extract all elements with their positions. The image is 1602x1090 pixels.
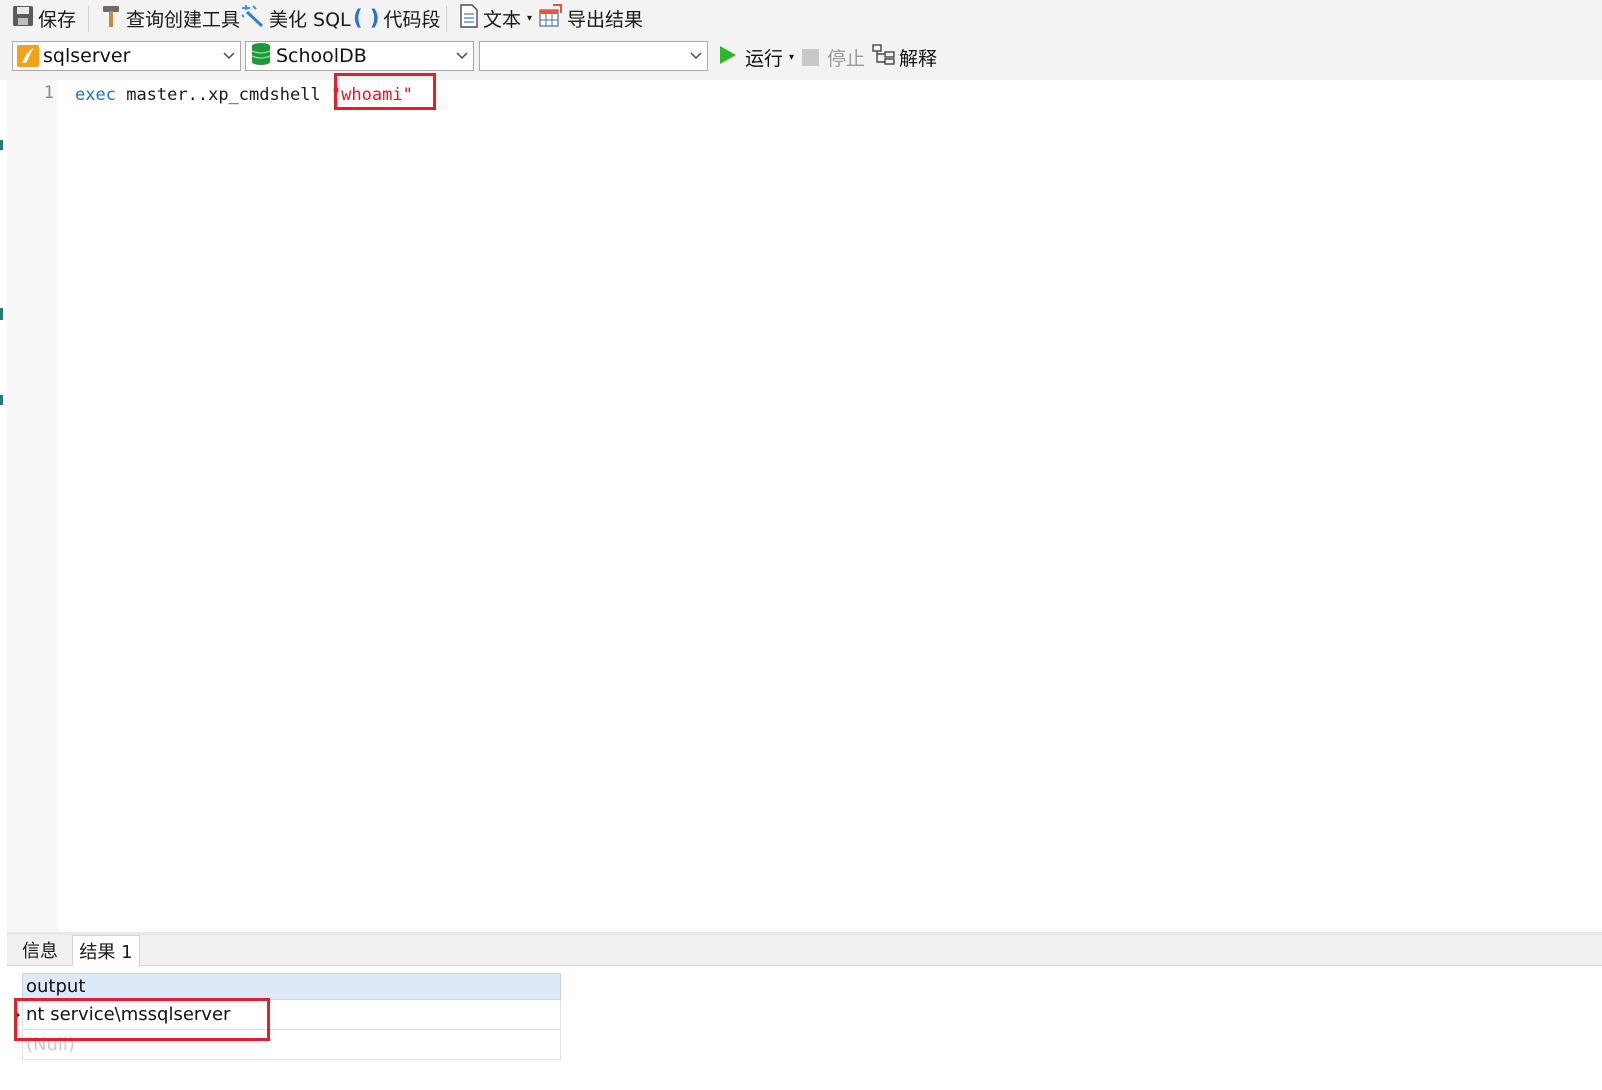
- play-icon: [719, 45, 737, 70]
- table-row[interactable]: (Null): [22, 1030, 561, 1060]
- run-button[interactable]: 运行 ▾: [719, 44, 794, 70]
- connection-select[interactable]: sqlserver: [12, 41, 241, 71]
- beautify-sql-button[interactable]: 美化 SQL: [241, 4, 351, 32]
- chevron-down-icon[interactable]: [451, 52, 473, 60]
- tab-result-1-label: 结果 1: [79, 942, 133, 963]
- change-marker: [0, 395, 3, 405]
- stop-label: 停止: [827, 47, 866, 70]
- table-row[interactable]: nt service\mssqlserver: [22, 1000, 561, 1030]
- toolbar-divider: [446, 6, 447, 32]
- connection-value: sqlserver: [43, 45, 131, 67]
- stop-button[interactable]: 停止: [802, 44, 865, 70]
- database-icon: [250, 42, 272, 71]
- database-value: SchoolDB: [276, 45, 367, 67]
- dropdown-arrow-icon[interactable]: ▾: [527, 13, 532, 24]
- result-grid[interactable]: output nt service\mssqlserver (Null): [22, 973, 561, 1060]
- save-label: 保存: [38, 8, 77, 31]
- text-mode-button[interactable]: 文本 ▾: [459, 3, 532, 33]
- export-results-button[interactable]: 导出结果: [539, 3, 644, 33]
- sql-string-literal: "whoami": [330, 85, 413, 105]
- schema-select[interactable]: [479, 41, 708, 71]
- magic-wand-icon: [241, 4, 265, 33]
- document-icon: [459, 3, 479, 33]
- query-builder-label: 查询创建工具: [126, 8, 241, 31]
- explain-label: 解释: [899, 47, 938, 70]
- explain-button[interactable]: 解释: [872, 43, 938, 71]
- dropdown-arrow-icon[interactable]: ▾: [789, 52, 794, 63]
- column-header-output[interactable]: output: [22, 973, 561, 1000]
- database-select[interactable]: SchoolDB: [245, 41, 474, 71]
- toolbar-divider: [88, 6, 89, 32]
- query-builder-button[interactable]: 查询创建工具: [100, 4, 240, 32]
- line-number: 1: [43, 83, 54, 103]
- hammer-icon: [100, 4, 122, 33]
- code-snippet-button[interactable]: ( ) 代码段: [353, 4, 441, 32]
- export-table-icon: [539, 3, 563, 33]
- connection-toolbar: sqlserver SchoolDB 运行 ▾ 停止 解释: [0, 36, 1602, 80]
- parentheses-icon: ( ): [353, 6, 380, 30]
- tab-result-1[interactable]: 结果 1: [72, 935, 140, 966]
- export-results-label: 导出结果: [567, 8, 644, 31]
- save-button[interactable]: 保存: [12, 4, 76, 32]
- explain-tree-icon: [872, 43, 896, 71]
- sql-editor[interactable]: 1 exec master..xp_cmdshell "whoami": [7, 80, 1602, 932]
- sqlserver-icon: [17, 45, 39, 67]
- beautify-sql-label: 美化 SQL: [269, 8, 351, 31]
- text-mode-label: 文本: [483, 8, 522, 31]
- run-label: 运行: [745, 47, 784, 70]
- line-number-gutter: 1: [7, 80, 58, 932]
- sql-keyword: exec: [75, 85, 116, 105]
- floppy-disk-icon: [12, 5, 34, 32]
- result-tabs: 信息 结果 1: [7, 935, 1602, 966]
- tab-info[interactable]: 信息: [9, 935, 71, 965]
- code-line[interactable]: exec master..xp_cmdshell "whoami": [75, 82, 413, 108]
- main-toolbar: 保存 查询创建工具 美化 SQL ( ) 代码段 文本 ▾ 导出结果: [0, 0, 1602, 36]
- code-snippet-label: 代码段: [383, 8, 441, 31]
- chevron-down-icon[interactable]: [218, 52, 240, 60]
- stop-icon: [802, 48, 819, 66]
- change-marker: [0, 308, 3, 320]
- tab-info-label: 信息: [22, 941, 58, 962]
- chevron-down-icon[interactable]: [685, 52, 707, 60]
- current-row-indicator-icon: [15, 1011, 20, 1019]
- sql-identifier: master..xp_cmdshell: [126, 85, 321, 105]
- change-marker: [0, 140, 3, 150]
